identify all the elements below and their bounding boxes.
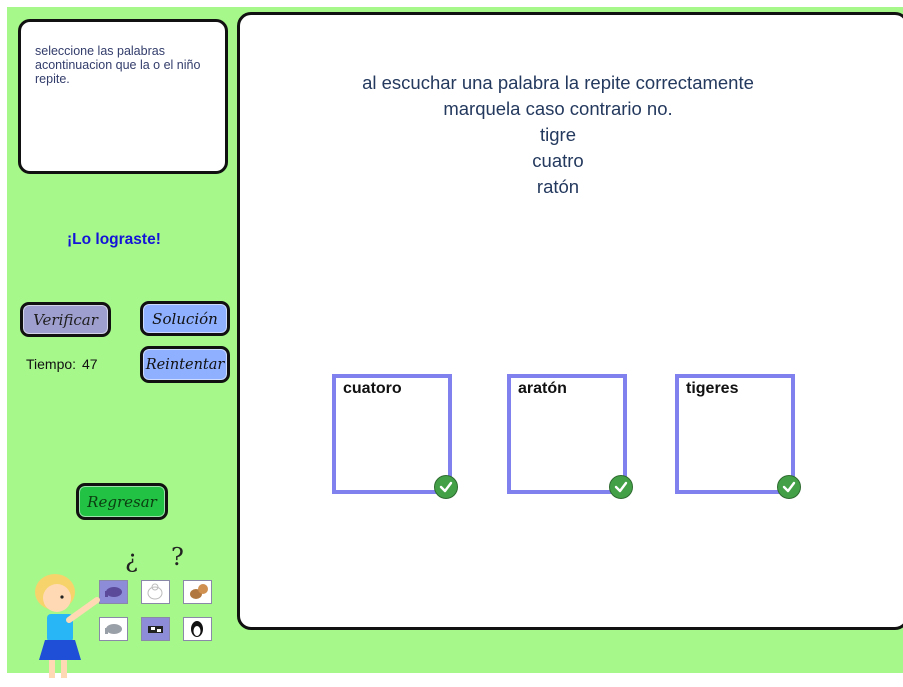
girl-figure-icon xyxy=(35,574,100,678)
word-2: cuatro xyxy=(532,150,584,171)
inverted-question-mark-icon: ¿ xyxy=(125,545,138,573)
retry-button[interactable]: Reintentar xyxy=(140,346,230,383)
check-icon xyxy=(777,475,801,499)
instructions-panel: seleccione las palabras acontinuacion qu… xyxy=(18,19,228,174)
question-mark-icon: ? xyxy=(171,543,184,571)
success-message: ¡Lo lograste! xyxy=(67,231,161,248)
penguin-icon xyxy=(183,617,212,641)
instructions-text: seleccione las palabras acontinuacion qu… xyxy=(35,44,201,86)
timer-label: Tiempo: xyxy=(26,356,77,372)
card-label: tigeres xyxy=(686,380,739,397)
card-label: cuatoro xyxy=(343,380,402,397)
activity-panel: al escuchar una palabra la repite correc… xyxy=(237,12,903,630)
word-1: tigre xyxy=(540,124,576,145)
cow-icon xyxy=(141,617,170,641)
check-icon xyxy=(609,475,633,499)
word-3: ratón xyxy=(536,176,580,197)
answer-card-1[interactable]: cuatoro xyxy=(332,374,458,499)
back-button[interactable]: Regresar xyxy=(76,483,168,520)
verify-button[interactable]: Verificar xyxy=(20,302,111,337)
squirrel-icon xyxy=(183,580,212,604)
elephant-icon xyxy=(99,617,128,641)
solution-button[interactable]: Solución xyxy=(140,301,230,336)
answer-card-3[interactable]: tigeres xyxy=(675,374,801,499)
timer-value: 47 xyxy=(81,356,98,372)
polar-bear-icon xyxy=(141,580,170,604)
girl-illustration: ¿ ? xyxy=(27,543,227,678)
elephant-icon xyxy=(99,580,128,604)
check-icon xyxy=(434,475,458,499)
question-line-2: marquela caso contrario no. xyxy=(443,98,673,119)
question-text: al escuchar una palabra la repite correc… xyxy=(240,70,876,200)
timer: Tiempo: 47 xyxy=(26,356,98,372)
card-label: aratón xyxy=(518,380,567,397)
answer-card-2[interactable]: aratón xyxy=(507,374,633,499)
question-line-1: al escuchar una palabra la repite correc… xyxy=(362,72,754,93)
